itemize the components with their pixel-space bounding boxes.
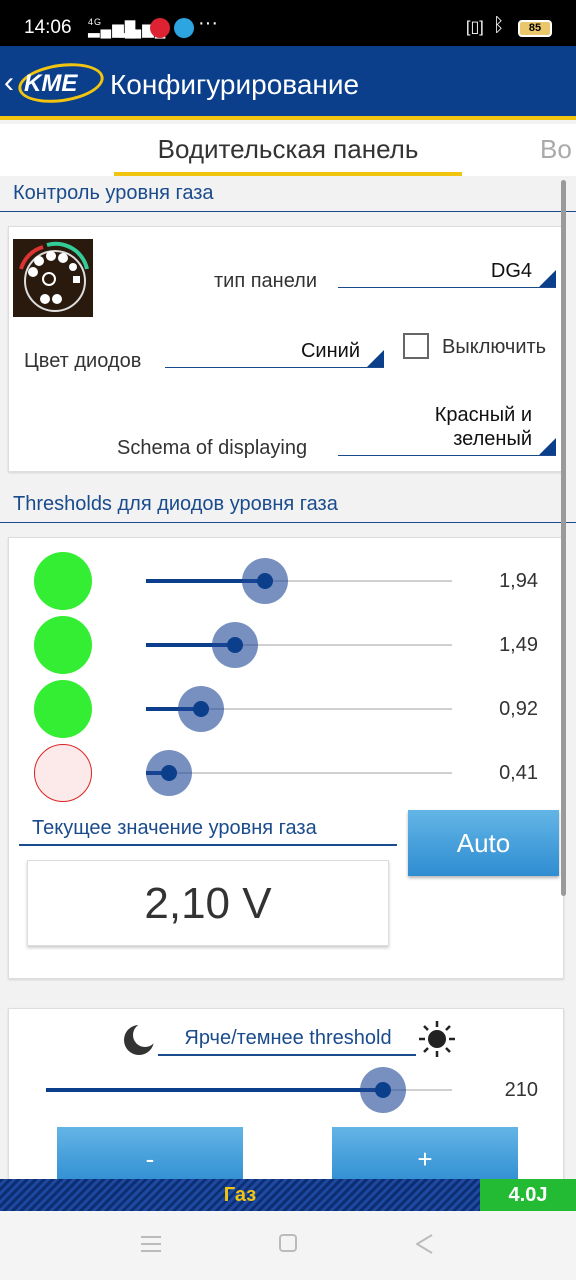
panel-type-label: тип панели — [214, 270, 318, 292]
schema-label: Schema of displaying — [117, 437, 308, 459]
diode-color-value: Синий — [300, 340, 360, 362]
status-bar: 14:06 4G ▂▄▆█ ▂▄▆█ ··· [▯] ᛒ 85 — [0, 0, 576, 46]
threshold-led-3 — [34, 680, 92, 738]
threshold-value-3: 0,92 — [499, 698, 538, 720]
music-app-icon — [150, 18, 170, 38]
menu-icon[interactable] — [140, 1233, 162, 1255]
panel-type-spinner[interactable]: DG4 — [338, 258, 556, 288]
threshold-slider-thumb-3[interactable] — [178, 686, 225, 732]
disable-label: Выключить — [442, 336, 547, 358]
tab-indicator — [114, 172, 462, 176]
schema-value: Красный и зеленый — [434, 404, 532, 450]
diode-color-label: Цвет диодов — [24, 350, 142, 372]
threshold-slider-thumb-1[interactable] — [242, 558, 289, 604]
tab-driver-panel[interactable]: Водительская панель — [114, 134, 462, 165]
app-title: Конфигурирование — [110, 69, 360, 100]
battery-icon: 85 — [518, 20, 552, 37]
dropdown-triangle-icon — [539, 270, 556, 287]
decrease-button[interactable]: - — [57, 1127, 243, 1185]
current-gas-level-value: 2,10 V — [27, 860, 389, 946]
slider-thumb-dot — [226, 637, 243, 653]
system-nav-bar — [0, 1211, 576, 1280]
brightness-threshold-label: Ярче/темнее threshold — [184, 1027, 392, 1049]
sun-icon — [418, 1020, 456, 1058]
tab-next-partial[interactable]: Во — [540, 134, 572, 165]
brightness-value: 210 — [504, 1079, 538, 1101]
status-time: 14:06 — [24, 17, 72, 38]
threshold-led-4 — [34, 744, 92, 802]
schema-spinner[interactable]: Красный и зеленый — [338, 398, 556, 456]
slider-thumb-dot — [193, 701, 210, 717]
current-gas-level-label: Текущее значение уровня газа — [32, 817, 317, 839]
threshold-slider-thumb-4[interactable] — [145, 750, 192, 796]
scrollbar[interactable] — [561, 180, 566, 896]
tab-bar: Водительская панель Во — [0, 124, 576, 176]
kme-logo: KME — [24, 70, 78, 97]
bluetooth-icon: ᛒ — [493, 15, 505, 36]
section-divider — [0, 211, 576, 212]
home-icon[interactable] — [278, 1233, 298, 1253]
brightness-slider-fill — [46, 1088, 383, 1092]
increase-button[interactable]: + — [332, 1127, 518, 1185]
telegram-icon — [174, 18, 194, 38]
dropdown-triangle-icon — [367, 350, 384, 367]
vibrate-icon: [▯] — [466, 19, 484, 36]
back-icon[interactable] — [414, 1233, 434, 1255]
moon-icon — [123, 1023, 157, 1056]
slider-thumb-dot — [160, 765, 177, 781]
auto-button[interactable]: Auto — [408, 810, 559, 876]
app-bar: ‹ KME Конфигурирование — [0, 46, 576, 120]
version-badge: 4.0J — [480, 1179, 576, 1211]
threshold-value-2: 1,49 — [499, 634, 538, 656]
threshold-slider-thumb-2[interactable] — [211, 622, 258, 668]
fuel-status-bar: Газ — [0, 1179, 480, 1211]
back-chevron-icon[interactable]: ‹ — [4, 66, 14, 100]
threshold-value-1: 1,94 — [499, 570, 538, 592]
threshold-value-4: 0,41 — [499, 762, 538, 784]
current-label-underline — [19, 844, 397, 846]
slider-thumb-dot — [257, 573, 274, 589]
section-gas-level-control: Контроль уровня газа — [13, 182, 214, 204]
slider-thumb-dot — [374, 1082, 391, 1098]
disable-checkbox[interactable] — [403, 333, 429, 359]
section-divider — [0, 522, 576, 523]
diode-color-spinner[interactable]: Синий — [165, 338, 384, 368]
threshold-led-2 — [34, 616, 92, 674]
section-thresholds: Thresholds для диодов уровня газа — [13, 493, 338, 515]
more-notifications-icon: ··· — [198, 12, 218, 34]
panel-preview-image — [13, 239, 93, 317]
dropdown-triangle-icon — [539, 438, 556, 455]
panel-type-value: DG4 — [490, 260, 532, 282]
brightness-slider-thumb[interactable] — [359, 1067, 406, 1113]
threshold-led-1 — [34, 552, 92, 610]
brightness-label-underline — [158, 1054, 416, 1056]
